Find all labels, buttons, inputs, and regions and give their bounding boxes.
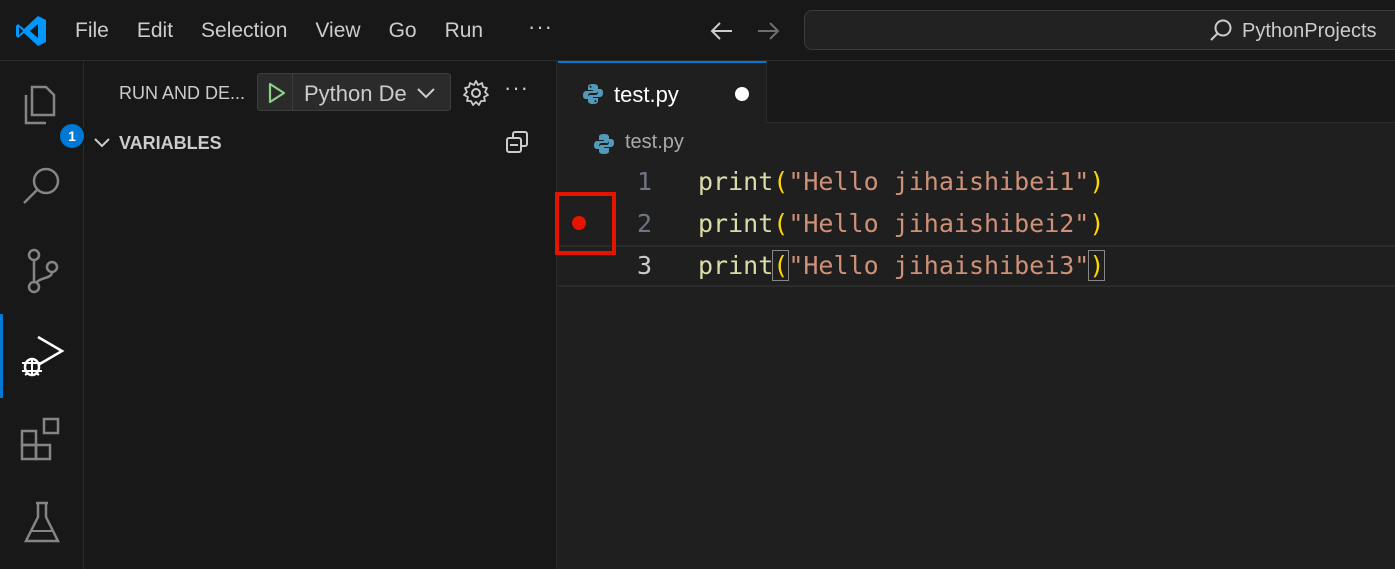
- gear-icon[interactable]: [462, 79, 490, 107]
- code-bracket: ): [1089, 167, 1105, 196]
- testing-button[interactable]: [16, 497, 68, 549]
- run-debug-sidebar: RUN AND DE... Python De ··· VARIABLES: [84, 61, 557, 569]
- tab-label: test.py: [614, 82, 679, 107]
- code-text: print("Hello jihaishibei2"): [698, 209, 1104, 238]
- start-debugging-icon[interactable]: [264, 81, 288, 105]
- active-view-indicator: [0, 314, 3, 398]
- code-string: "Hello jihaishibei3": [788, 251, 1090, 280]
- code-function: print: [698, 209, 774, 238]
- code-function: print: [698, 251, 774, 280]
- debug-config-label: Python De: [304, 81, 407, 106]
- menu-selection[interactable]: Selection: [201, 19, 287, 43]
- python-file-icon: [583, 84, 603, 104]
- menu-more-button[interactable]: ···: [528, 14, 553, 40]
- code-text: print("Hello jihaishibei1"): [698, 167, 1104, 196]
- files-icon: [24, 85, 56, 125]
- search-label: PythonProjects: [1242, 20, 1377, 42]
- source-control-button[interactable]: [16, 245, 68, 297]
- forward-arrow-icon[interactable]: [754, 17, 782, 45]
- testing-icon: [23, 501, 61, 543]
- breakpoint-dot[interactable]: [572, 216, 586, 230]
- variables-section-title[interactable]: VARIABLES: [119, 133, 222, 154]
- vscode-logo-icon[interactable]: [14, 14, 48, 48]
- chevron-down-icon[interactable]: [92, 134, 112, 152]
- run-debug-icon: [22, 335, 65, 377]
- sidebar-more-button[interactable]: ···: [504, 75, 529, 101]
- source-control-icon: [27, 248, 59, 294]
- explorer-button[interactable]: 1: [16, 79, 86, 150]
- search-icon: [1210, 19, 1232, 41]
- code-line[interactable]: 2 print("Hello jihaishibei2"): [558, 203, 1395, 245]
- code-text: print("Hello jihaishibei3"): [698, 250, 1106, 281]
- code-bracket: (: [773, 167, 789, 196]
- explorer-badge: 1: [58, 122, 86, 150]
- menu-edit[interactable]: Edit: [137, 19, 173, 43]
- run-config-separator: [292, 74, 293, 110]
- unsaved-changes-dot[interactable]: [735, 87, 749, 101]
- line-number: 3: [636, 251, 652, 280]
- code-bracket: ): [1088, 250, 1106, 281]
- run-debug-button[interactable]: [16, 329, 68, 381]
- menu-run[interactable]: Run: [445, 19, 484, 43]
- back-arrow-icon[interactable]: [708, 17, 736, 45]
- code-function: print: [698, 167, 774, 196]
- editor-tab-bar: test.py: [558, 61, 1395, 123]
- search-view-button[interactable]: [16, 161, 68, 213]
- extensions-icon: [20, 417, 60, 461]
- title-bar: File Edit Selection View Go Run ··· Pyth…: [0, 0, 1395, 61]
- menu-bar: File Edit Selection View Go Run: [75, 0, 511, 61]
- breadcrumb[interactable]: test.py: [625, 131, 684, 154]
- tab-test-py[interactable]: test.py: [558, 61, 767, 123]
- code-string: "Hello jihaishibei1": [788, 167, 1090, 196]
- extensions-button[interactable]: [16, 413, 68, 465]
- activity-bar: 1: [0, 61, 86, 569]
- debug-config-dropdown[interactable]: Python De: [257, 73, 451, 111]
- code-bracket: (: [773, 209, 789, 238]
- code-bracket: ): [1089, 209, 1105, 238]
- chevron-down-icon: [417, 88, 435, 99]
- collapse-all-icon[interactable]: [504, 129, 530, 155]
- code-string: "Hello jihaishibei2": [788, 209, 1090, 238]
- code-line[interactable]: 1 print("Hello jihaishibei1"): [558, 161, 1395, 203]
- menu-file[interactable]: File: [75, 19, 109, 43]
- python-file-icon: [594, 134, 614, 154]
- sidebar-title: RUN AND DE...: [119, 83, 246, 103]
- code-bracket: (: [772, 250, 790, 281]
- code-line-current[interactable]: 3 print("Hello jihaishibei3"): [558, 245, 1395, 287]
- menu-go[interactable]: Go: [389, 19, 417, 43]
- search-icon: [23, 167, 60, 204]
- menu-view[interactable]: View: [315, 19, 360, 43]
